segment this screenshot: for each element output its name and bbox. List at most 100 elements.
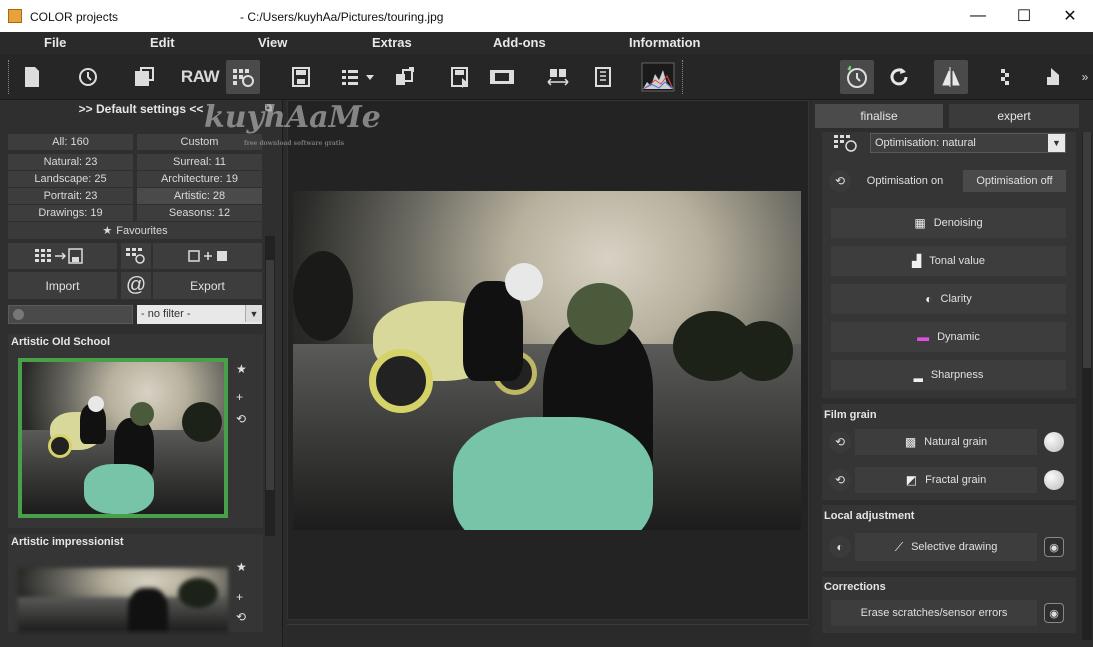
selective-drawing-button[interactable]: ⟋ Selective drawing xyxy=(855,533,1037,561)
category-artistic[interactable]: Artistic: 28 xyxy=(137,188,262,204)
scrollbar-thumb[interactable] xyxy=(1083,132,1091,368)
menu-extras[interactable]: Extras xyxy=(372,35,412,50)
grain-preview-icon[interactable] xyxy=(1044,432,1064,452)
preset-title: Artistic impressionist xyxy=(11,536,124,548)
filmstrip-icon[interactable] xyxy=(486,60,518,94)
menu-information[interactable]: Information xyxy=(629,35,701,50)
local-adjust-toggle-icon[interactable]: ◐ xyxy=(829,536,851,558)
canvas-status-bar xyxy=(287,624,809,647)
save-preset-button[interactable] xyxy=(8,243,117,269)
combine-presets-button[interactable] xyxy=(153,243,262,269)
preset-thumbnail[interactable] xyxy=(18,568,228,632)
category-custom[interactable]: Custom xyxy=(137,134,262,150)
more-icon[interactable]: » xyxy=(1078,60,1092,94)
save-as-icon[interactable] xyxy=(444,60,478,94)
checker-icon[interactable] xyxy=(988,60,1022,94)
histogram-icon[interactable] xyxy=(640,60,676,94)
menu-addons[interactable]: Add-ons xyxy=(493,35,546,50)
split-view-icon[interactable] xyxy=(934,60,968,94)
corrections-heading: Corrections xyxy=(824,581,886,593)
preset-card[interactable]: Artistic Old School ★ + ⟲ xyxy=(8,334,263,528)
pin-icon[interactable]: ⧉ xyxy=(265,103,272,114)
scrollbar-thumb[interactable] xyxy=(266,260,274,490)
save-icon[interactable] xyxy=(284,60,318,94)
reset-icon[interactable]: ⟲ xyxy=(236,610,246,624)
fractal-grain-button[interactable]: ◩ Fractal grain xyxy=(855,467,1037,493)
sharpness-button[interactable]: ▂ Sharpness xyxy=(831,360,1066,390)
auto-optimize-icon[interactable] xyxy=(840,60,874,94)
denoising-button[interactable]: ▦ Denoising xyxy=(831,208,1066,238)
toolbar-separator xyxy=(682,60,684,94)
presets-header: >> Default settings << ⧉ xyxy=(8,102,274,120)
fractal-grain-reset-icon[interactable]: ⟲ xyxy=(829,469,851,491)
optimisation-reset-icon[interactable]: ⟲ xyxy=(829,170,851,192)
natural-grain-button[interactable]: ▩ Natural grain xyxy=(855,429,1037,455)
toolbar-separator xyxy=(8,60,10,94)
reset-icon[interactable]: ⟲ xyxy=(236,412,246,426)
erase-scratches-button[interactable]: Erase scratches/sensor errors xyxy=(831,600,1037,626)
menu-view[interactable]: View xyxy=(258,35,287,50)
category-landscape[interactable]: Landscape: 25 xyxy=(8,171,133,187)
sharpness-label: Sharpness xyxy=(930,369,984,381)
add-icon[interactable]: + xyxy=(236,590,243,604)
favourites-label: Favourites xyxy=(116,224,168,237)
eye-icon[interactable]: ◉ xyxy=(1044,603,1064,623)
filter-select[interactable]: - no filter - ▼ xyxy=(137,305,262,324)
tonal-value-icon: ▟ xyxy=(912,254,922,268)
preset-thumbnail[interactable] xyxy=(18,358,228,518)
dynamic-button[interactable]: ▬ Dynamic xyxy=(831,322,1066,352)
grain-preview-icon[interactable] xyxy=(1044,470,1064,490)
new-document-icon[interactable] xyxy=(15,60,49,94)
tab-expert[interactable]: expert xyxy=(949,104,1079,128)
adjustments-scrollbar[interactable] xyxy=(1082,132,1092,640)
natural-grain-reset-icon[interactable]: ⟲ xyxy=(829,431,851,453)
properties-icon[interactable] xyxy=(586,60,620,94)
compare-icon[interactable] xyxy=(541,60,575,94)
tonal-value-button[interactable]: ▟ Tonal value xyxy=(831,246,1066,276)
search-icon xyxy=(13,309,24,320)
batch-icon[interactable] xyxy=(388,60,422,94)
optimisation-on-button[interactable]: Optimisation on xyxy=(862,170,948,192)
history-icon[interactable] xyxy=(71,60,105,94)
export-button[interactable]: Export xyxy=(153,272,262,299)
presets-grid-icon[interactable] xyxy=(226,60,260,94)
optimisation-off-button[interactable]: Optimisation off xyxy=(963,170,1066,192)
add-icon[interactable]: + xyxy=(236,390,243,404)
redo-icon[interactable] xyxy=(882,60,916,94)
preset-title: Artistic Old School xyxy=(11,336,111,348)
category-seasons[interactable]: Seasons: 12 xyxy=(137,205,262,221)
mask-icon[interactable] xyxy=(1040,60,1074,94)
minimize-button[interactable]: — xyxy=(955,0,1001,32)
menu-edit[interactable]: Edit xyxy=(150,35,175,50)
category-natural[interactable]: Natural: 23 xyxy=(8,154,133,170)
presets-scrollbar[interactable] xyxy=(265,236,275,536)
save-copy-icon[interactable] xyxy=(127,60,161,94)
preset-search-input[interactable] xyxy=(8,305,133,324)
raw-icon[interactable]: RAW xyxy=(181,60,220,94)
close-button[interactable]: ✕ xyxy=(1047,0,1093,32)
category-drawings[interactable]: Drawings: 19 xyxy=(8,205,133,221)
maximize-button[interactable]: ☐ xyxy=(1001,0,1047,32)
optimisation-select[interactable]: Optimisation: natural ▼ xyxy=(870,133,1066,153)
category-portrait[interactable]: Portrait: 23 xyxy=(8,188,133,204)
clarity-button[interactable]: ◐ Clarity xyxy=(831,284,1066,314)
export-menu-icon[interactable] xyxy=(340,60,374,94)
eye-icon[interactable]: ◉ xyxy=(1044,537,1064,557)
favourites-button[interactable]: ★ Favourites xyxy=(8,222,262,239)
preset-card[interactable]: Artistic impressionist ★ + ⟲ xyxy=(8,534,263,632)
preset-search-button[interactable] xyxy=(121,243,151,269)
category-all[interactable]: All: 160 xyxy=(8,134,133,150)
share-at-button[interactable]: @ xyxy=(121,272,151,299)
tab-finalise[interactable]: finalise xyxy=(815,104,943,128)
category-architecture[interactable]: Architecture: 19 xyxy=(137,171,262,187)
main-photo[interactable] xyxy=(293,191,801,530)
menu-file[interactable]: File xyxy=(44,35,66,50)
favourite-star-icon[interactable]: ★ xyxy=(236,362,247,376)
clarity-icon: ◐ xyxy=(925,292,933,306)
optimisation-select-value: Optimisation: natural xyxy=(875,137,976,149)
favourite-star-icon[interactable]: ★ xyxy=(236,560,247,574)
import-button[interactable]: Import xyxy=(8,272,117,299)
denoising-label: Denoising xyxy=(933,217,983,229)
denoise-icon: ▦ xyxy=(914,216,926,230)
category-surreal[interactable]: Surreal: 11 xyxy=(137,154,262,170)
